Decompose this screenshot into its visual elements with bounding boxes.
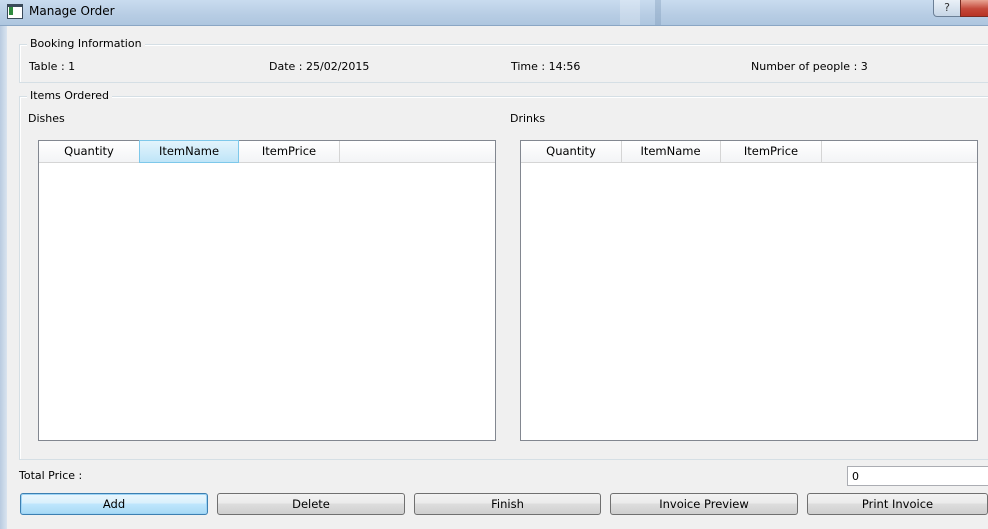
total-price-field[interactable]: 0 xyxy=(847,466,988,486)
dishes-table[interactable]: Quantity ItemName ItemPrice xyxy=(38,140,496,441)
column-header-quantity[interactable]: Quantity xyxy=(39,141,140,162)
column-header-itemprice[interactable]: ItemPrice xyxy=(239,141,340,162)
number-of-people-label: Number of people : 3 xyxy=(751,60,868,73)
time-label: Time : 14:56 xyxy=(511,60,581,73)
table-number-label: Table : 1 xyxy=(29,60,76,73)
window-title: Manage Order xyxy=(29,4,115,18)
column-header-itemname[interactable]: ItemName xyxy=(621,141,721,162)
delete-button[interactable]: Delete xyxy=(217,493,405,515)
add-button[interactable]: Add xyxy=(20,493,208,515)
dishes-table-header: Quantity ItemName ItemPrice xyxy=(39,140,495,163)
print-invoice-button[interactable]: Print Invoice xyxy=(807,493,988,515)
booking-information-title: Booking Information xyxy=(27,37,145,51)
drinks-table[interactable]: Quantity ItemName ItemPrice xyxy=(520,140,978,441)
items-ordered-title: Items Ordered xyxy=(27,89,113,103)
column-header-quantity[interactable]: Quantity xyxy=(521,141,622,162)
column-header-itemname[interactable]: ItemName xyxy=(139,140,239,163)
dishes-label: Dishes xyxy=(28,112,65,125)
column-header-itemprice[interactable]: ItemPrice xyxy=(721,141,822,162)
total-price-label: Total Price : xyxy=(19,469,83,482)
app-window-icon xyxy=(7,4,23,19)
title-bar-shading xyxy=(655,0,661,25)
title-bar-shading xyxy=(620,0,640,25)
close-icon[interactable] xyxy=(960,0,988,17)
window-frame xyxy=(0,26,7,529)
drinks-label: Drinks xyxy=(510,112,546,125)
invoice-preview-button[interactable]: Invoice Preview xyxy=(610,493,798,515)
date-label: Date : 25/02/2015 xyxy=(269,60,370,73)
help-icon[interactable]: ? xyxy=(933,0,961,17)
title-bar[interactable]: Manage Order ? xyxy=(0,0,988,26)
drinks-table-header: Quantity ItemName ItemPrice xyxy=(521,141,977,163)
finish-button[interactable]: Finish xyxy=(414,493,601,515)
